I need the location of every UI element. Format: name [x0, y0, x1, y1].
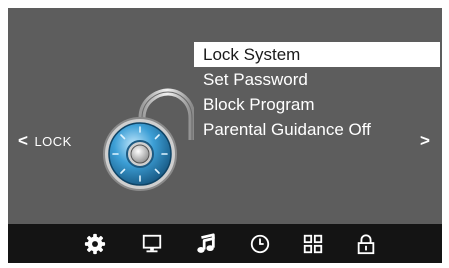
clock-icon[interactable] — [249, 233, 271, 255]
menu-item-set-password[interactable]: Set Password — [194, 67, 440, 92]
chevron-right-icon: > — [420, 131, 430, 150]
chevron-left-icon: < — [18, 131, 29, 150]
menu-item-parental-guidance[interactable]: Parental Guidance Off — [194, 117, 440, 142]
settings-screen: < LOCK Lock System Set Password Block Pr… — [8, 8, 442, 263]
menu-item-block-program[interactable]: Block Program — [194, 92, 440, 117]
category-bar — [8, 224, 442, 263]
padlock-icon[interactable] — [355, 233, 377, 255]
menu-item-lock-system[interactable]: Lock System — [194, 42, 440, 67]
prev-category-button[interactable]: < LOCK — [18, 130, 72, 152]
music-note-icon[interactable] — [195, 233, 217, 255]
lock-menu: Lock System Set Password Block Program P… — [194, 42, 440, 142]
monitor-icon[interactable] — [141, 233, 163, 255]
combination-lock-icon — [103, 88, 194, 191]
next-category-button[interactable]: > — [420, 130, 430, 152]
prev-category-label: LOCK — [34, 134, 72, 149]
grid-icon[interactable] — [302, 233, 324, 255]
gear-icon[interactable] — [84, 233, 106, 255]
